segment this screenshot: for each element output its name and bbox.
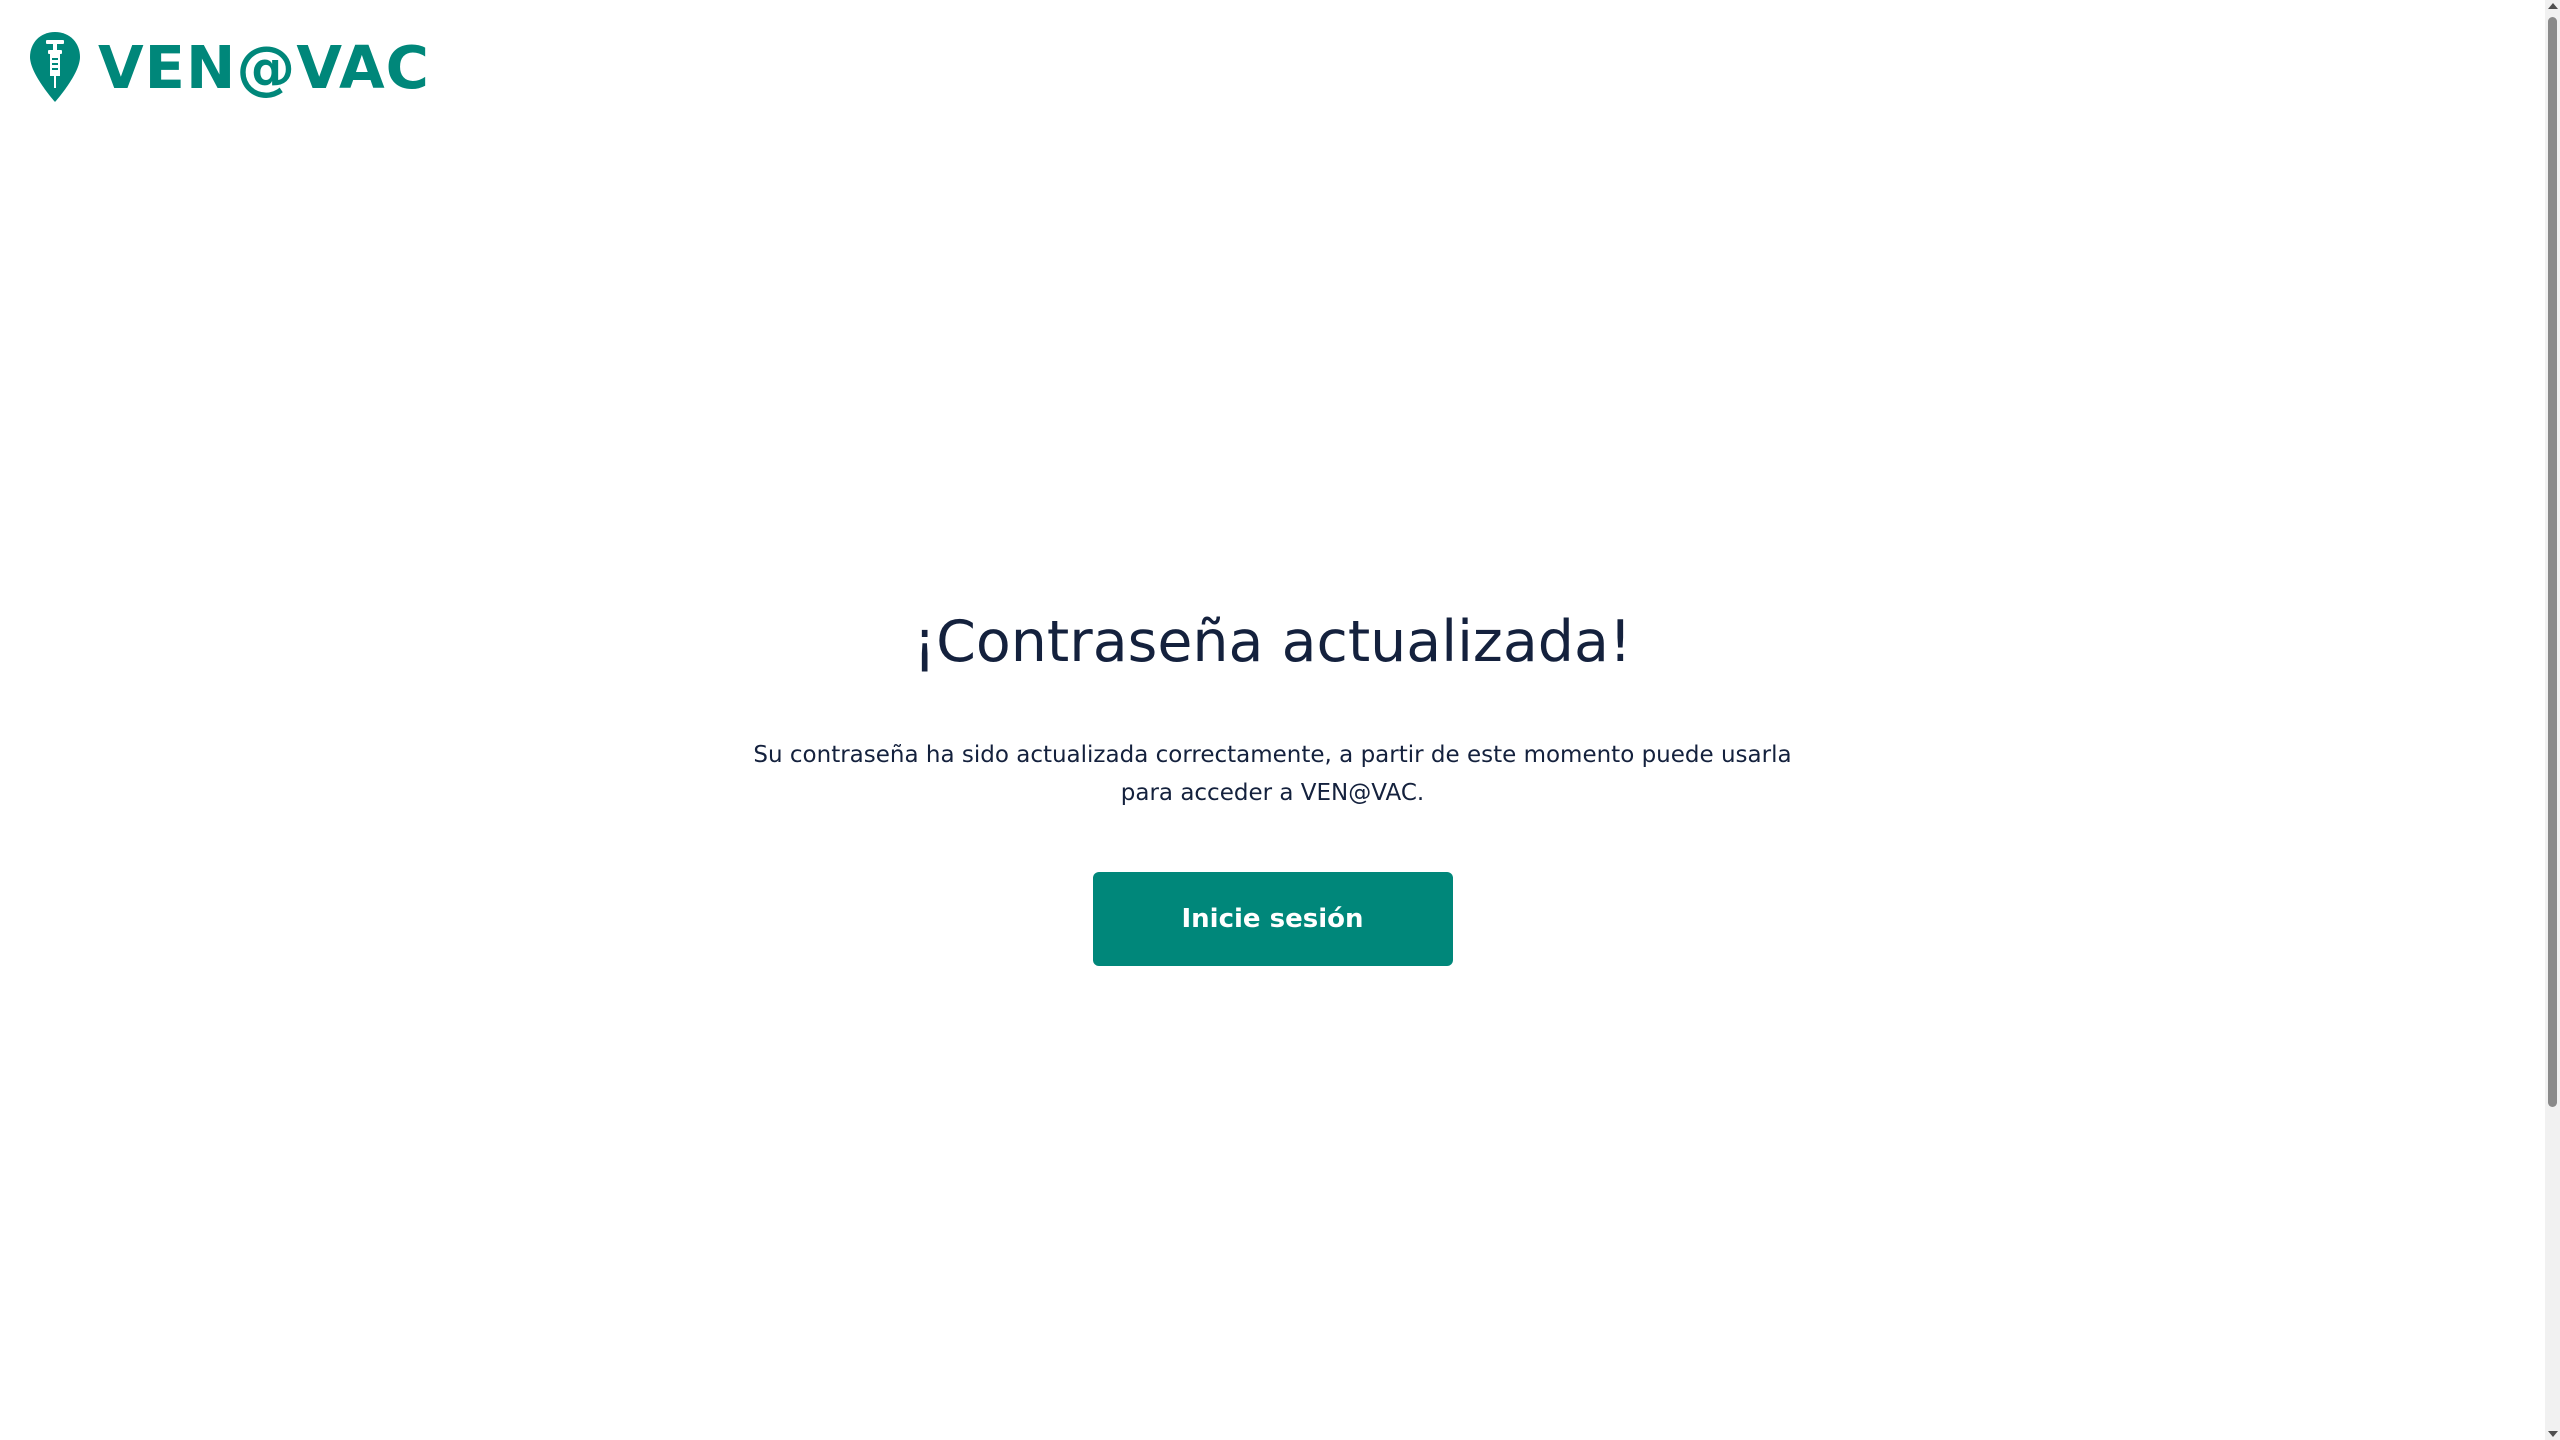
header: VEN@VAC (28, 26, 430, 108)
brand-logo-text: VEN@VAC (98, 32, 430, 102)
scroll-down-arrow-icon[interactable] (2548, 1431, 2558, 1437)
page: VEN@VAC ¡Contraseña actualizada! Su cont… (0, 0, 2560, 1440)
scrollbar-thumb[interactable] (2548, 17, 2557, 1107)
confirmation-message: Su contraseña ha sido actualizada correc… (753, 742, 1792, 806)
scroll-up-arrow-icon[interactable] (2548, 3, 2558, 9)
page-title: ¡Contraseña actualizada! (913, 609, 1632, 675)
confirmation-panel: ¡Contraseña actualizada! Su contraseña h… (0, 600, 2545, 966)
vertical-scrollbar[interactable] (2545, 0, 2560, 1440)
login-button[interactable]: Inicie sesión (1092, 872, 1453, 966)
vaccine-pin-icon (30, 32, 80, 102)
